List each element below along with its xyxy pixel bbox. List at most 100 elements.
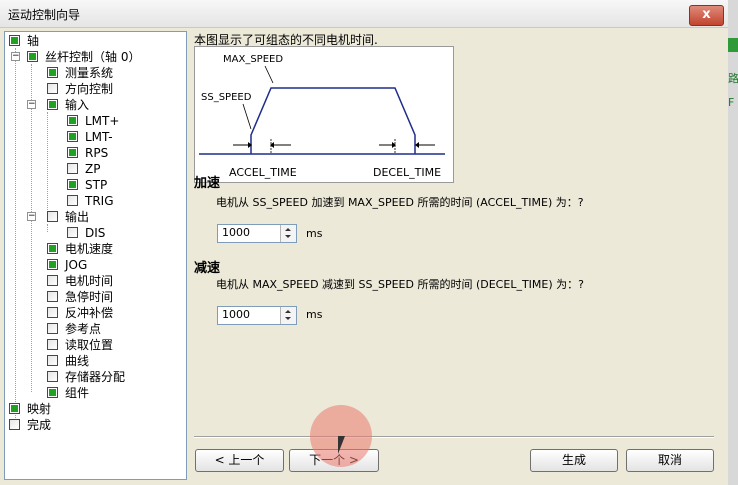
spin-up-icon[interactable] <box>285 228 291 231</box>
tree-item-label: 轴 <box>27 34 40 48</box>
collapse-icon[interactable]: − <box>27 212 36 221</box>
checked-icon[interactable] <box>47 67 58 78</box>
tree-item-measurement-system[interactable]: 测量系统 <box>5 65 184 81</box>
decel-question: 电机从 MAX_SPEED 减速到 SS_SPEED 所需的时间 (DECEL_… <box>216 278 584 291</box>
checked-icon[interactable] <box>67 147 78 158</box>
tree-item-label: 映射 <box>27 402 52 416</box>
tree-item-label: 输入 <box>65 98 90 112</box>
unchecked-icon[interactable] <box>47 371 58 382</box>
tree-item-stp[interactable]: STP <box>5 177 184 193</box>
tree-item-lead-screw-axis0[interactable]: − 丝杆控制（轴 0） <box>5 49 184 65</box>
tree-item-label: JOG <box>65 258 88 272</box>
decel-time-input[interactable]: 1000 <box>217 306 297 325</box>
close-button[interactable]: x <box>689 5 724 26</box>
tree-item-label: LMT+ <box>85 114 120 128</box>
generate-button[interactable]: 生成 <box>530 449 618 472</box>
tree-item-components[interactable]: 组件 <box>5 385 184 401</box>
unchecked-icon[interactable] <box>47 291 58 302</box>
checked-icon[interactable] <box>27 51 38 62</box>
close-icon: x <box>702 7 711 22</box>
accel-time-value[interactable]: 1000 <box>222 226 250 239</box>
tree-item-label: 曲线 <box>65 354 90 368</box>
tree-item-label: DIS <box>85 226 106 240</box>
unchecked-icon[interactable] <box>67 195 78 206</box>
checked-icon[interactable] <box>9 35 20 46</box>
unchecked-icon[interactable] <box>67 163 78 174</box>
checked-icon[interactable] <box>47 243 58 254</box>
collapse-icon[interactable]: − <box>11 52 20 61</box>
decel-time-label: DECEL_TIME <box>373 166 441 179</box>
title-bar: 运动控制向导 x <box>0 0 728 28</box>
unchecked-icon[interactable] <box>47 307 58 318</box>
ss-speed-label: SS_SPEED <box>201 92 252 103</box>
tree-item-finish[interactable]: 完成 <box>5 417 184 433</box>
wizard-navigation-tree[interactable]: 轴 − 丝杆控制（轴 0） 测量系统 方向控制 − 输入 LMT+ LMT- R… <box>4 31 187 480</box>
tree-item-label: 方向控制 <box>65 82 114 96</box>
unchecked-icon[interactable] <box>47 275 58 286</box>
tree-item-dis[interactable]: DIS <box>5 225 184 241</box>
accel-question: 电机从 SS_SPEED 加速到 MAX_SPEED 所需的时间 (ACCEL_… <box>216 196 584 209</box>
tree-item-reference-point[interactable]: 参考点 <box>5 321 184 337</box>
tree-item-profile[interactable]: 曲线 <box>5 353 184 369</box>
tree-item-label: 电机时间 <box>65 274 114 288</box>
tree-item-label: STP <box>85 178 108 192</box>
tree-item-inputs[interactable]: − 输入 <box>5 97 184 113</box>
checked-icon[interactable] <box>67 179 78 190</box>
tree-item-label: 读取位置 <box>65 338 114 352</box>
ss-speed-pointer <box>242 103 252 130</box>
spin-down-icon[interactable] <box>285 235 291 238</box>
tree-item-trig[interactable]: TRIG <box>5 193 184 209</box>
decel-time-spinner[interactable] <box>280 307 296 324</box>
tree-item-memory-allocation[interactable]: 存储器分配 <box>5 369 184 385</box>
unchecked-icon[interactable] <box>47 339 58 350</box>
tree-item-motor-speed[interactable]: 电机速度 <box>5 241 184 257</box>
tree-item-label: 组件 <box>65 386 90 400</box>
motor-timing-svg: MAX_SPEED SS_SPEED ACCEL_TIME DECEL_TIME <box>199 54 445 179</box>
checked-icon[interactable] <box>67 115 78 126</box>
checked-icon[interactable] <box>47 387 58 398</box>
decel-time-value[interactable]: 1000 <box>222 308 250 321</box>
tree-item-label: 电机速度 <box>65 242 114 256</box>
accel-time-input[interactable]: 1000 <box>217 224 297 243</box>
tree-item-emergency-stop-time[interactable]: 急停时间 <box>5 289 184 305</box>
tree-item-backlash-compensation[interactable]: 反冲补偿 <box>5 305 184 321</box>
unchecked-icon[interactable] <box>47 355 58 366</box>
tree-item-lmt-minus[interactable]: LMT- <box>5 129 184 145</box>
tree-item-label: 存储器分配 <box>65 370 126 384</box>
tree-item-label: RPS <box>85 146 109 160</box>
unchecked-icon[interactable] <box>47 323 58 334</box>
previous-button[interactable]: < 上一个 <box>195 449 284 472</box>
collapse-icon[interactable]: − <box>27 100 36 109</box>
tree-item-label: 输出 <box>65 210 90 224</box>
tree-item-motor-time[interactable]: 电机时间 <box>5 273 184 289</box>
unchecked-icon[interactable] <box>47 83 58 94</box>
tree-item-label: LMT- <box>85 130 113 144</box>
spin-down-icon[interactable] <box>285 317 291 320</box>
spin-up-icon[interactable] <box>285 310 291 313</box>
mouse-cursor-icon <box>338 436 345 454</box>
tree-item-lmt-plus[interactable]: LMT+ <box>5 113 184 129</box>
unchecked-icon[interactable] <box>9 419 20 430</box>
tree-item-read-position[interactable]: 读取位置 <box>5 337 184 353</box>
tree-item-label: 丝杆控制（轴 0） <box>45 50 141 64</box>
tree-item-label: 参考点 <box>65 322 102 336</box>
background-app-text-2: F <box>728 96 735 109</box>
tree-item-direction-control[interactable]: 方向控制 <box>5 81 184 97</box>
button-separator <box>194 436 714 438</box>
tree-item-zp[interactable]: ZP <box>5 161 184 177</box>
checked-icon[interactable] <box>47 259 58 270</box>
background-app-icon <box>728 38 738 52</box>
unchecked-icon[interactable] <box>47 211 58 222</box>
tree-item-mapping[interactable]: 映射 <box>5 401 184 417</box>
tree-item-outputs[interactable]: − 输出 <box>5 209 184 225</box>
accel-time-spinner[interactable] <box>280 225 296 242</box>
window-title: 运动控制向导 <box>8 8 81 22</box>
tree-item-axis[interactable]: 轴 <box>5 33 184 49</box>
unchecked-icon[interactable] <box>67 227 78 238</box>
tree-item-rps[interactable]: RPS <box>5 145 184 161</box>
checked-icon[interactable] <box>47 99 58 110</box>
tree-item-jog[interactable]: JOG <box>5 257 184 273</box>
checked-icon[interactable] <box>67 131 78 142</box>
checked-icon[interactable] <box>9 403 20 414</box>
cancel-button[interactable]: 取消 <box>626 449 714 472</box>
